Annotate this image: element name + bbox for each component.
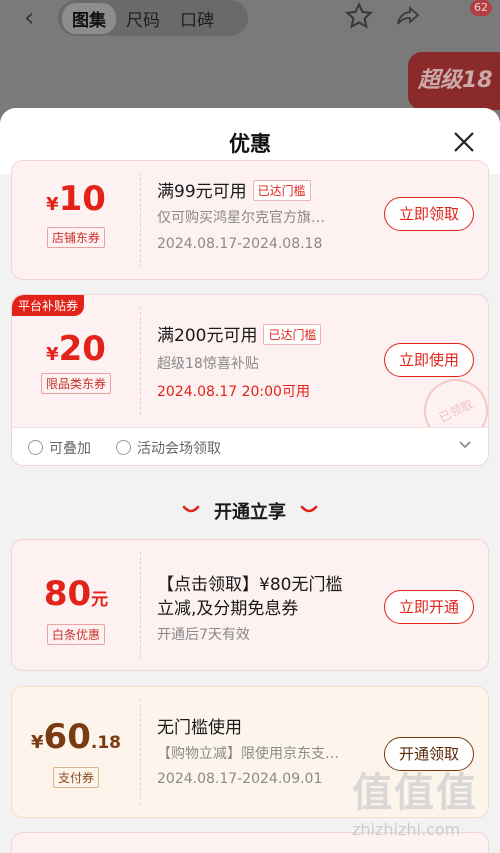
coupon-amount: ¥10: [46, 179, 106, 219]
coupon-date: 2024.08.17-2024.08.18: [157, 236, 323, 252]
coupon-title: 满99元可用 已达门槛: [157, 177, 311, 202]
offer-amount: 80元: [43, 574, 109, 614]
stack-icon: [28, 440, 43, 455]
smile-icon: [300, 505, 318, 513]
coupon-card: ¥10 店铺东券 满99元可用 已达门槛 仅可购买鸿星尔克官方旗… 2024.08…: [11, 160, 489, 280]
sheet-title: 优惠: [229, 132, 271, 156]
claim-button[interactable]: 立即领取: [384, 197, 474, 231]
back-icon[interactable]: ‹: [24, 5, 44, 31]
media-tab-switcher: 图集 尺码 口碑: [58, 0, 248, 36]
coupon-desc: 超级18惊喜补贴: [157, 356, 259, 372]
promo-banner-tag: 超级18: [408, 52, 500, 110]
offer-value-area: ¥60.18 支付券: [12, 687, 140, 817]
coupon-date: 2024.08.17 20:00可用: [157, 384, 310, 400]
event-icon: [116, 440, 131, 455]
stackable-label: 可叠加: [28, 438, 91, 458]
close-icon[interactable]: [452, 130, 476, 154]
product-top-bar: ‹ 图集 尺码 口碑 62 超级18: [0, 0, 500, 120]
threshold-badge: 已达门槛: [252, 180, 311, 201]
offer-desc: 【购物立减】限使用京东支…: [157, 746, 339, 762]
smile-icon: [182, 505, 200, 513]
offer-title-line-1: 【点击领取】¥80无门槛: [157, 575, 343, 595]
coupon-type-tag: 店铺东券: [46, 227, 106, 248]
activate-button[interactable]: 立即开通: [384, 590, 474, 624]
offer-card: 80元 白条优惠 【点击领取】¥80无门槛 立减,及分期免息券 开通后7天有效 …: [11, 539, 489, 671]
coupon-footer: 可叠加 活动会场领取: [12, 427, 488, 465]
tab-gallery[interactable]: 图集: [62, 2, 116, 34]
coupon-sheet: 优惠 ¥10 店铺东券 满99元可用 已达门槛 仅可购买鸿星尔克官方旗… 2024…: [0, 108, 500, 853]
share-icon[interactable]: [395, 4, 421, 28]
offer-title-line-2: 立减,及分期免息券: [157, 599, 299, 619]
coupon-title: 满200元可用 已达门槛: [157, 321, 322, 346]
watermark-url: zhizhizhi.com: [352, 820, 461, 839]
coupon-desc: 仅可购买鸿星尔克官方旗…: [157, 210, 325, 226]
offer-value-area: 80元 白条优惠: [12, 540, 140, 670]
use-now-button[interactable]: 立即使用: [384, 343, 474, 377]
favorite-star-icon[interactable]: [345, 2, 373, 30]
offer-desc: 开通后7天有效: [157, 627, 250, 643]
offer-date: 2024.08.17-2024.09.01: [157, 771, 323, 787]
offer-type-tag: 白条优惠: [46, 624, 106, 645]
offer-type-tag: 支付券: [52, 767, 100, 788]
event-claim-label: 活动会场领取: [116, 438, 221, 458]
threshold-badge: 已达门槛: [263, 324, 322, 345]
tab-reviews[interactable]: 口碑: [170, 6, 224, 31]
coupon-value-area: ¥10 店铺东券: [12, 161, 140, 279]
chevron-down-icon[interactable]: [458, 438, 472, 452]
tab-size[interactable]: 尺码: [116, 6, 170, 31]
watermark-logo: 值值值: [352, 770, 478, 816]
offer-amount: ¥60.18: [31, 717, 121, 757]
offer-title: 无门槛使用: [157, 718, 242, 738]
coupon-amount: ¥20: [46, 329, 106, 369]
section-title: 开通立享: [0, 498, 500, 524]
cart-count-badge: 62: [470, 0, 492, 16]
coupon-card: 平台补贴券 ¥20 限品类东券 满200元可用 已达门槛 超级18惊喜补贴 202…: [11, 294, 489, 466]
coupon-type-tag: 限品类东券: [40, 373, 112, 394]
